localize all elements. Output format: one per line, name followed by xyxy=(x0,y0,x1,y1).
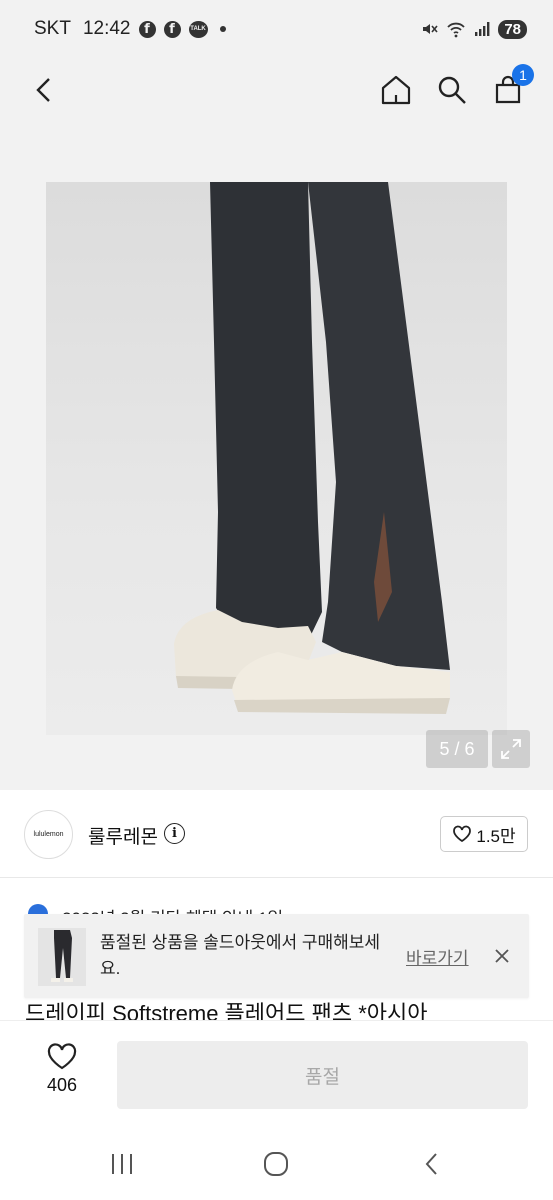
cart-count-badge: 1 xyxy=(512,64,534,86)
chevron-left-icon xyxy=(36,78,50,102)
status-left: SKT 12:42 f f TALK xyxy=(34,18,226,40)
soldout-toast: 품절된 상품을 솔드아웃에서 구매해보세요. 바로가기 xyxy=(24,914,529,998)
system-back-button[interactable] xyxy=(412,1146,452,1182)
toast-product-thumbnail xyxy=(51,930,73,982)
seller-name[interactable]: 룰루레몬 xyxy=(88,822,158,849)
home-icon xyxy=(381,75,411,105)
toast-shortcut-link[interactable]: 바로가기 xyxy=(406,944,469,969)
recent-apps-icon xyxy=(112,1154,132,1174)
expand-icon xyxy=(501,739,521,759)
home-system-button[interactable] xyxy=(256,1146,296,1182)
bottom-action-bar: 406 품절 xyxy=(0,1020,553,1128)
wishlist-button[interactable]: 406 xyxy=(34,1043,90,1107)
heart-icon xyxy=(453,825,472,843)
search-button[interactable] xyxy=(430,68,474,112)
back-arrow-icon xyxy=(425,1153,437,1175)
product-photo xyxy=(174,182,450,714)
recent-apps-button[interactable] xyxy=(102,1146,142,1182)
seller-logo-text: lululemon xyxy=(33,831,64,838)
toast-close-button[interactable] xyxy=(490,944,514,968)
signal-icon xyxy=(475,22,490,36)
status-right: 78 xyxy=(420,19,527,39)
follow-like-button[interactable]: 1.5만 xyxy=(440,816,528,852)
toast-message: 품절된 상품을 솔드아웃에서 구매해보세요. xyxy=(100,933,381,978)
expand-button[interactable] xyxy=(492,730,530,768)
carrier-label: SKT xyxy=(34,18,71,39)
home-button[interactable] xyxy=(374,68,418,112)
android-nav-bar xyxy=(0,1128,553,1200)
facebook-icon: f xyxy=(163,20,181,38)
battery-indicator: 78 xyxy=(498,19,527,39)
close-icon xyxy=(495,949,509,963)
cart-button[interactable]: 1 xyxy=(486,64,534,112)
info-icon[interactable]: i xyxy=(164,823,185,844)
search-icon xyxy=(438,76,466,104)
wifi-icon xyxy=(447,22,465,38)
mute-icon xyxy=(423,24,438,34)
home-circle-icon xyxy=(264,1152,288,1176)
seller-row: lululemon 룰루레몬 i 1.5만 xyxy=(0,790,553,878)
seller-like-count: 1.5만 xyxy=(476,826,516,846)
status-bar: SKT 12:42 f f TALK 78 xyxy=(0,0,553,58)
toast-thumbnail xyxy=(38,928,86,986)
top-nav: 1 xyxy=(0,58,553,178)
wishlist-count: 406 xyxy=(46,1075,78,1095)
product-image[interactable] xyxy=(46,182,507,735)
seller-logo[interactable]: lululemon xyxy=(24,810,73,859)
product-gallery[interactable]: 5 / 6 xyxy=(0,122,553,790)
notification-dot-icon xyxy=(219,26,226,32)
facebook-icon: f xyxy=(138,20,156,38)
heart-icon xyxy=(47,1043,77,1070)
kakaotalk-icon: TALK xyxy=(188,20,208,38)
image-counter: 5 / 6 xyxy=(426,730,488,768)
back-button[interactable] xyxy=(22,68,66,112)
sold-out-button[interactable]: 품절 xyxy=(117,1041,528,1109)
status-time: 12:42 xyxy=(82,18,131,39)
